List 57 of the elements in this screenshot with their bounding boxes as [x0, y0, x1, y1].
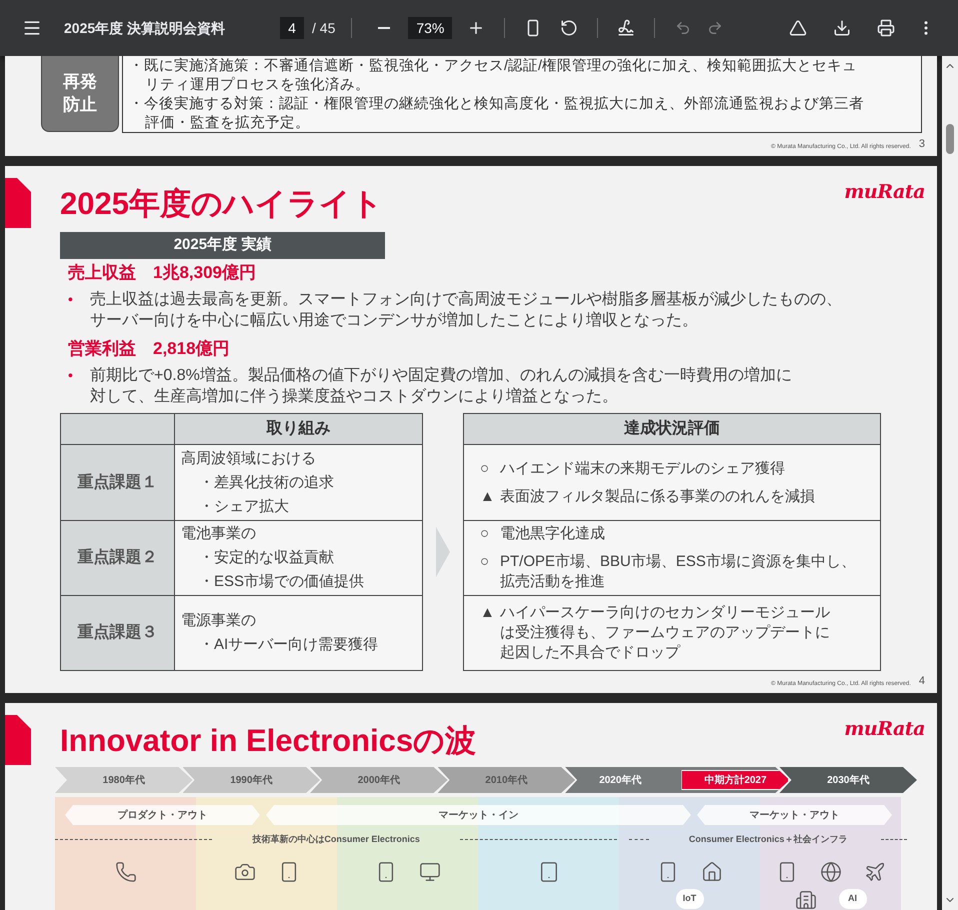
corner-tab-shape	[5, 715, 31, 765]
company-logo: muRata	[844, 717, 925, 742]
cell-text: ・安定的な収益貢献	[198, 548, 335, 568]
evaluation-text: PT/OPE市場、BBU市場、ESS市場に資源を集中し、 拡売活動を推進	[500, 552, 856, 592]
bullet-text: ・既に実施済施策：不審通信遮断・監視強化・アクセス/認証/権限管理の強化に加え、検知範囲拡大とセキュ リティ運用プロセスを強化済み。	[129, 57, 858, 95]
document-title: 2025年度 決算説明会資料	[64, 18, 226, 38]
cell-text: 高周波領域における	[181, 448, 317, 468]
scrollbar[interactable]	[942, 56, 958, 910]
cell-text: ・ESS市場での価値提供	[198, 572, 366, 592]
evaluation-text: ハイエンド端末の来期モデルのシェア獲得	[500, 458, 785, 478]
section-label: 再発 防止	[41, 56, 119, 132]
table-header: 取り組み	[175, 414, 422, 444]
tech-badge: AI	[838, 889, 866, 909]
zoom-field[interactable]: 73%	[408, 17, 452, 39]
tech-badge: IoT	[676, 889, 704, 909]
metric-heading: 売上収益 1兆8,309億円	[68, 262, 257, 284]
slide-title: Innovator in Electronicsの波	[60, 722, 476, 760]
cell-text: 電源事業の	[181, 611, 257, 631]
cell-text: ・AIサーバー向け需要獲得	[198, 635, 380, 655]
slide-title: 2025年度のハイライト	[60, 185, 383, 223]
bullet-mark: •	[68, 290, 74, 309]
row-label: 重点課題１	[61, 445, 175, 520]
bullet-text: ・今後実施する対策：認証・権限管理の継続強化と検知高度化・監視拡大に加え、外部流通監視および第三者 評価・監査を拡充予定。	[129, 95, 864, 133]
cell-text: ・差異化技術の追求	[198, 472, 335, 492]
trend-note: Consumer Electronics＋社会インフラ	[688, 833, 848, 846]
page-number: 3	[918, 136, 925, 152]
page-number: 4	[918, 674, 925, 688]
scroll-thumb[interactable]	[946, 124, 954, 154]
evaluation-text: 表面波フィルタ製品に係る事業ののれんを減損	[500, 486, 815, 506]
page-number-field[interactable]: 4	[280, 17, 304, 39]
phase-label: マーケット・イン	[266, 805, 691, 825]
status-mark: ▲	[480, 486, 496, 506]
table-header: 達成状況評価	[464, 414, 880, 445]
era-label: 2020年代	[599, 774, 642, 788]
section-header: 2025年度 実績	[60, 232, 385, 259]
metric-heading: 営業利益 2,818億円	[68, 338, 231, 360]
row-label: 重点課題３	[61, 596, 175, 670]
status-mark: ▲	[480, 603, 496, 623]
chevron-arrow-icon	[436, 527, 450, 577]
corner-tab-shape	[5, 178, 31, 228]
company-logo: muRata	[844, 180, 925, 205]
page-total: / 45	[312, 18, 336, 38]
minus-icon	[378, 27, 390, 29]
phase-label: マーケット・アウト	[697, 805, 892, 825]
evaluation-text: ハイパースケーラ向けのセカンダリーモジュール は受注獲得も、ファームウェアのアップデートに 起因した不具合でドロップ	[500, 603, 830, 663]
evaluation-text: 電池黒字化達成	[500, 524, 605, 544]
cell-text: ・シェア拡大	[198, 496, 290, 516]
trend-note: 技術革新の中心はConsumer Electronics	[252, 833, 420, 846]
status-mark: ○	[480, 552, 490, 572]
phase-label: プロダクト・アウト	[65, 805, 260, 825]
status-mark: ○	[480, 458, 490, 478]
status-mark: ○	[480, 524, 490, 544]
row-label: 重点課題２	[61, 521, 175, 595]
metric-description: 前期比で+0.8%増益。製品価格の値下がりや固定費の増加、のれんの減損を含む一時費用の増加に 対して、生産高増加に伴う操業度益やコストダウンにより増益となった。	[90, 365, 792, 407]
metric-description: 売上収益は過去最高を更新。スマートフォン向けで高周波モジュールや樹脂多層基板が減少したものの、 サーバー向けを中心に幅広い用途でコンデンサが増加したことにより増収となった。	[90, 290, 842, 331]
bullet-mark: •	[68, 366, 74, 385]
cell-text: 電池事業の	[181, 524, 257, 544]
